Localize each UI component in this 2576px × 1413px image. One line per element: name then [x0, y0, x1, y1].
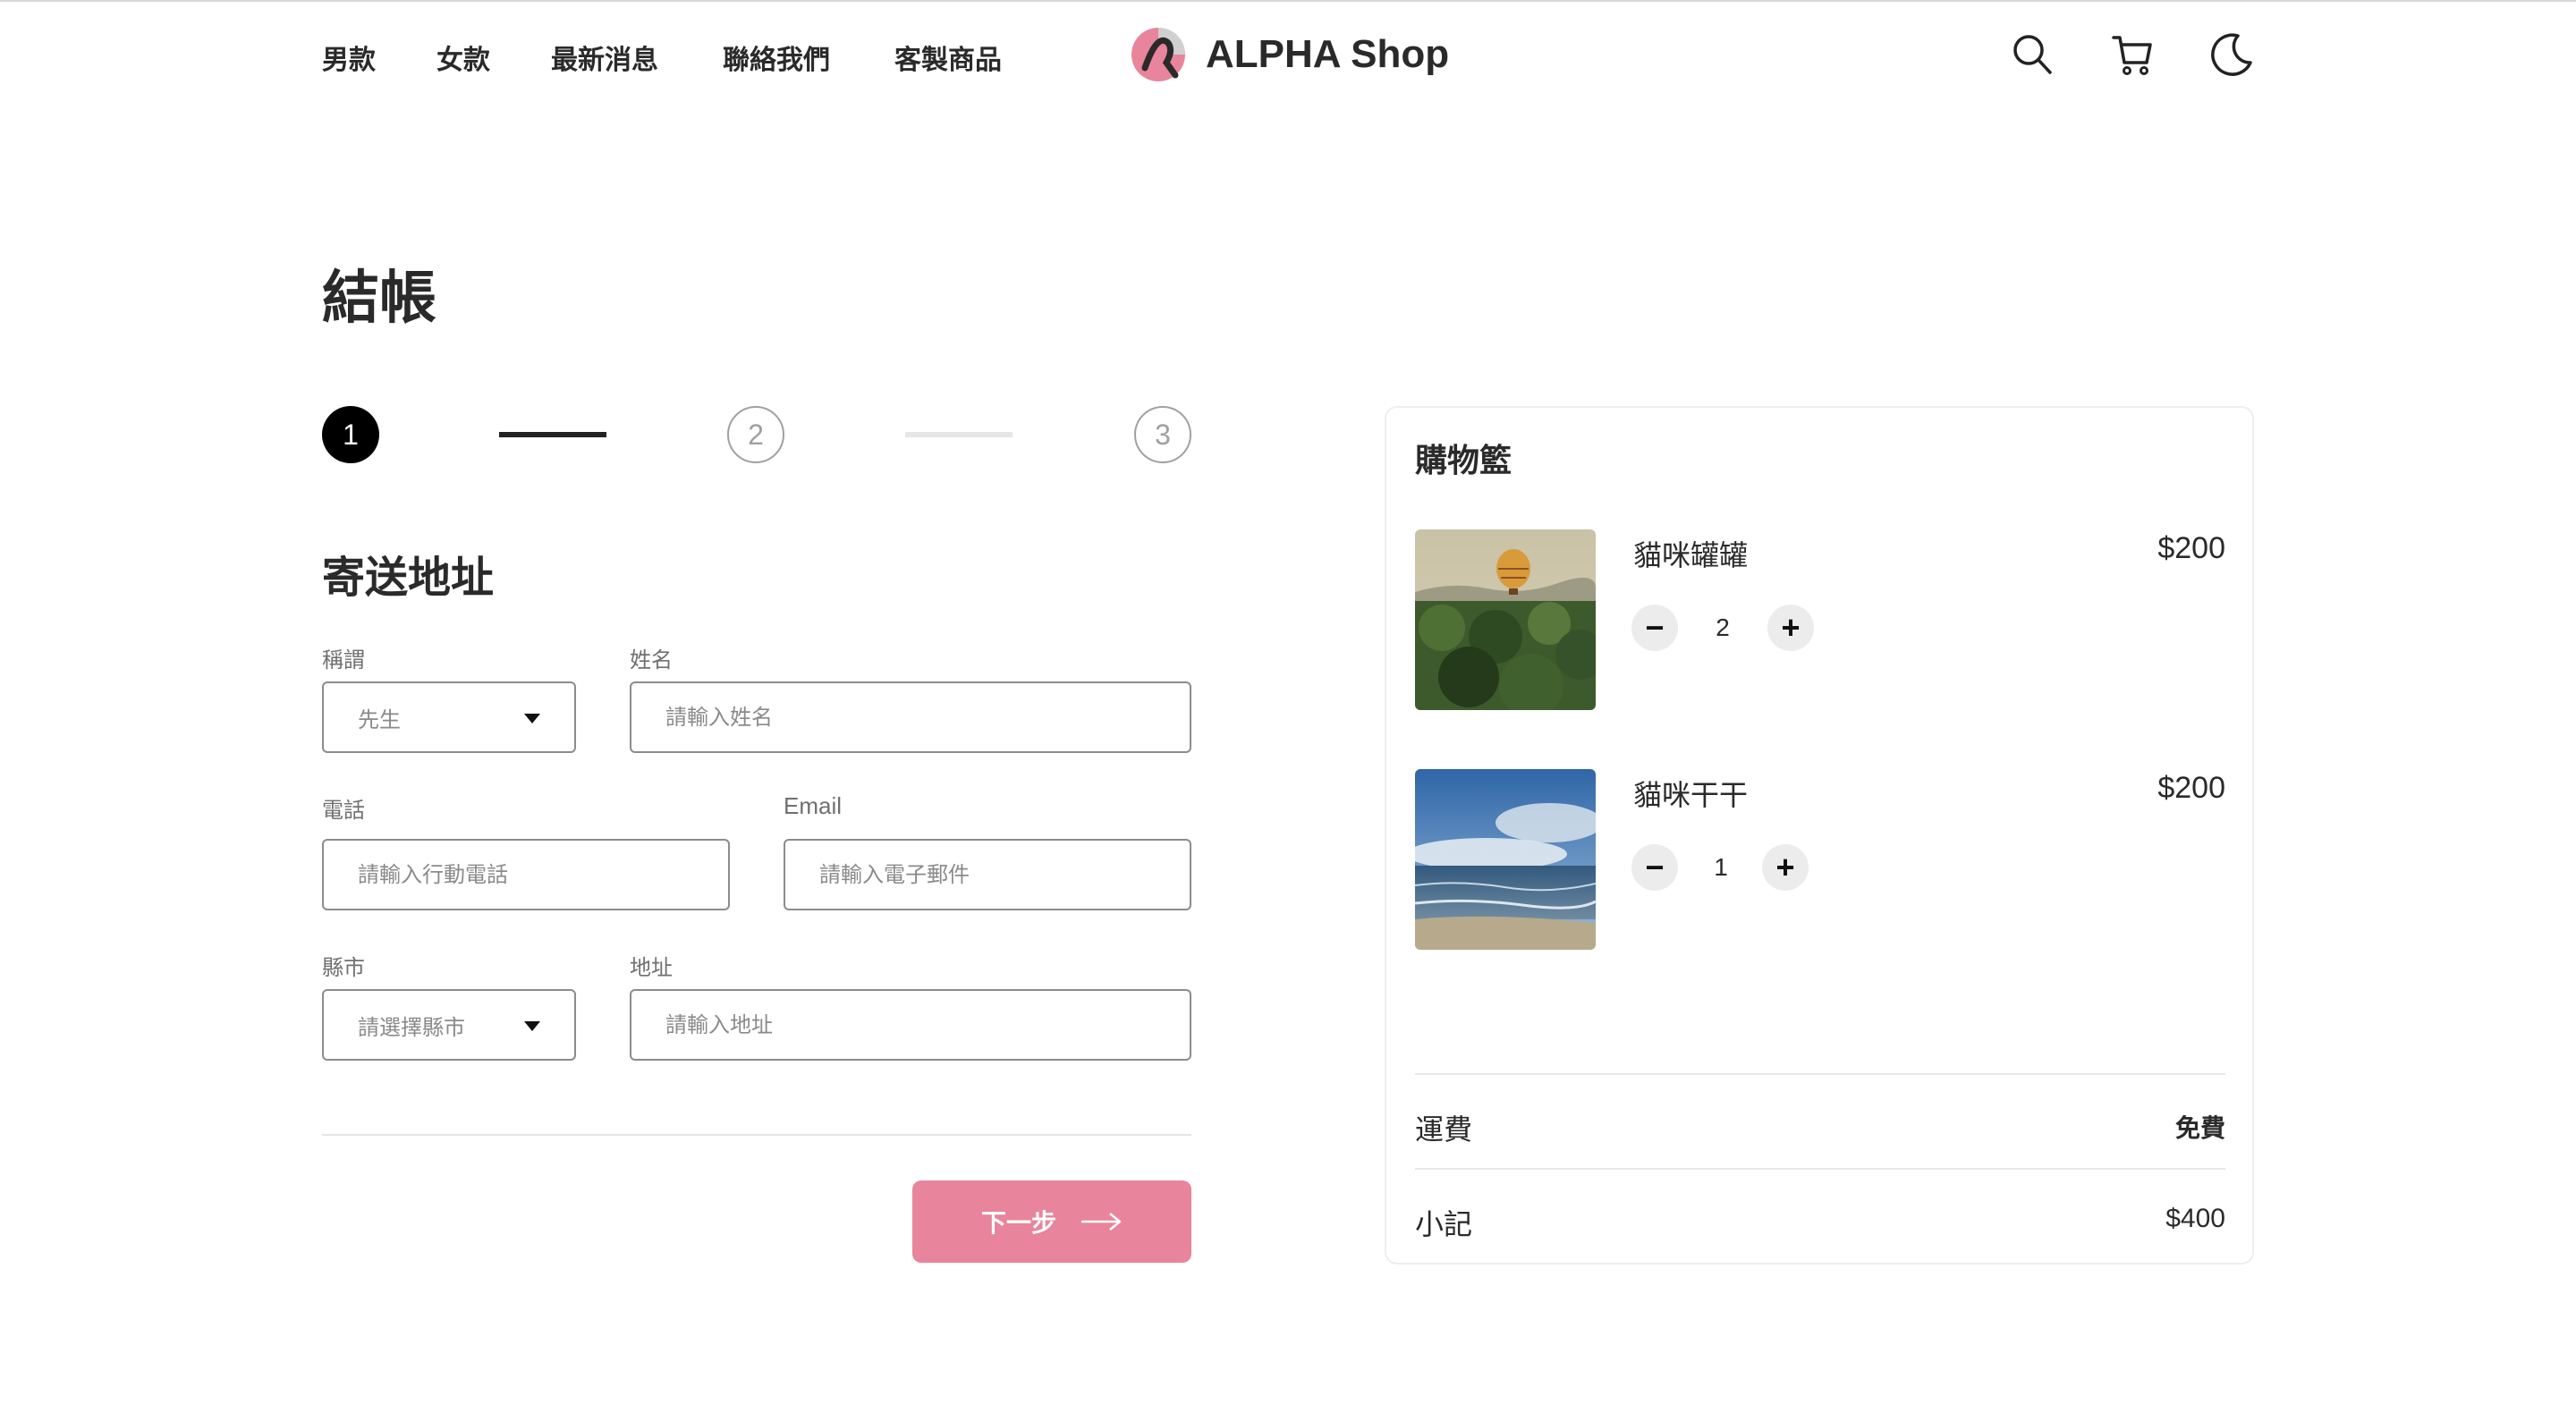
city-label: 縣市 [322, 955, 365, 980]
step-connector-2 [905, 432, 1013, 437]
subtotal-value: $400 [2165, 1204, 2225, 1233]
product-name-1: 貓咪罐罐 [1633, 538, 1749, 572]
nav-link-women[interactable]: 女款 [436, 38, 490, 77]
step-connector-1 [499, 432, 606, 437]
nav-link-news[interactable]: 最新消息 [551, 38, 658, 77]
quantity-value-1: 2 [1716, 613, 1730, 641]
cart-divider [1415, 1073, 2225, 1075]
step-1: 1 [322, 406, 379, 463]
product-image-2 [1415, 769, 1596, 950]
salutation-select[interactable]: 先生 [322, 681, 576, 753]
name-input[interactable] [665, 705, 1190, 730]
step-3: 3 [1134, 406, 1191, 463]
top-border [0, 0, 2576, 2]
cart-divider [1415, 1168, 2225, 1170]
address-label: 地址 [630, 955, 673, 980]
name-label: 姓名 [630, 647, 673, 673]
next-step-label: 下一步 [980, 1208, 1056, 1238]
logo-text: ALPHA Shop [1206, 32, 1450, 76]
nav-link-men[interactable]: 男款 [322, 38, 376, 77]
address-field-wrap [630, 989, 1191, 1061]
decrease-qty-button[interactable]: − [1631, 844, 1678, 891]
product-price-1: $200 [2157, 531, 2225, 565]
shipping-value: 免費 [2174, 1113, 2225, 1143]
arrow-right-icon [1081, 1213, 1122, 1231]
step-2: 2 [727, 406, 784, 463]
cart-icon[interactable] [2111, 32, 2154, 77]
caret-down-icon [524, 714, 540, 723]
moon-icon[interactable] [2211, 32, 2254, 77]
nav-link-contact[interactable]: 聯絡我們 [723, 38, 830, 77]
phone-input[interactable] [358, 862, 728, 887]
city-select[interactable]: 請選擇縣市 [322, 989, 576, 1061]
nav-link-custom[interactable]: 客製商品 [894, 38, 1002, 77]
logo[interactable]: ALPHA Shop [1127, 23, 1449, 86]
form-divider [322, 1134, 1191, 1136]
caret-down-icon [524, 1021, 540, 1031]
city-placeholder: 請選擇縣市 [358, 1014, 465, 1040]
next-step-button[interactable]: 下一步 [912, 1180, 1191, 1263]
salutation-value: 先生 [358, 706, 401, 732]
email-label: Email [784, 792, 843, 819]
page-title: 結帳 [322, 266, 436, 332]
email-input[interactable] [819, 862, 1190, 887]
product-price-2: $200 [2157, 771, 2225, 805]
cart-title: 購物籃 [1415, 443, 1513, 479]
subtotal-label: 小記 [1415, 1207, 1473, 1241]
search-icon[interactable] [2011, 32, 2054, 77]
name-field-wrap [630, 681, 1191, 753]
logo-icon [1131, 28, 1185, 81]
salutation-label: 稱謂 [322, 647, 365, 673]
increase-qty-button[interactable]: + [1767, 605, 1814, 651]
address-input[interactable] [665, 1012, 1190, 1037]
increase-qty-button[interactable]: + [1762, 844, 1809, 891]
phone-label: 電話 [322, 798, 365, 823]
phone-field-wrap [322, 839, 730, 910]
product-image-1 [1415, 529, 1596, 710]
email-field-wrap [784, 839, 1191, 910]
quantity-value-2: 1 [1714, 853, 1728, 881]
shipping-label: 運費 [1415, 1113, 1473, 1146]
product-name-2: 貓咪干干 [1633, 778, 1749, 812]
decrease-qty-button[interactable]: − [1631, 605, 1678, 651]
section-title: 寄送地址 [322, 553, 495, 603]
